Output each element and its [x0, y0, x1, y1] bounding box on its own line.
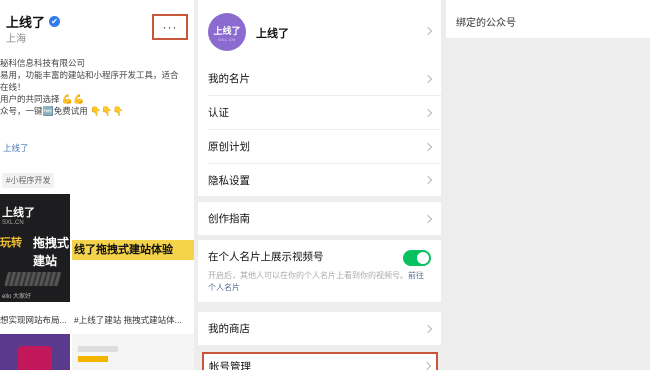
settings-item-label: 我的商店 [208, 323, 250, 335]
thumbnail-shape [78, 356, 108, 362]
chevron-right-icon [423, 214, 433, 223]
bio-line: 在线！ [0, 82, 26, 92]
chevron-right-icon [423, 108, 433, 117]
thumbnail-banner: 线了拖拽式建站体验 [72, 240, 194, 260]
settings-item-label: 创作指南 [208, 213, 250, 225]
thumbnail-text: 玩转 [0, 237, 22, 249]
bio-line-text: 用户的共同选择 [0, 94, 60, 104]
settings-item-my-card[interactable]: 我的名片 [198, 62, 441, 95]
video-caption[interactable]: 想实现网站布局... [0, 314, 70, 326]
avatar-subtext: SXL.CN [218, 37, 236, 42]
thumbnail-text: 建站 [33, 254, 58, 268]
settings-item-my-shop[interactable]: 我的商店 [198, 312, 441, 345]
settings-item-verification[interactable]: 认证 [198, 96, 441, 129]
flexed-biceps-icon: 💪💪 [61, 94, 85, 104]
settings-item-label: 我的名片 [208, 73, 250, 85]
video-thumbnail[interactable] [0, 334, 70, 370]
profile-bio: 秘科信息科技有限公司 易用，功能丰富的建站和小程序开发工具，适合 在线！ 用户的… [0, 57, 194, 117]
bio-line: 易用，功能丰富的建站和小程序开发工具，适合 [0, 70, 179, 80]
more-options-button[interactable]: ··· [152, 14, 188, 40]
page-title: 绑定的公众号 [456, 18, 516, 29]
thumbnail-text: 拖拽式 [33, 236, 70, 250]
account-chevron-row [198, 25, 441, 37]
settings-item-label: 隐私设置 [208, 174, 250, 187]
profile-name: 上线了 [6, 15, 46, 30]
video-thumbnail[interactable]: 线了拖拽式建站体验 [72, 194, 194, 302]
topic-tag[interactable]: #小程序开发 [2, 173, 55, 188]
verified-icon: ✔ [49, 16, 61, 27]
settings-item-original-plan[interactable]: 原创计划 [198, 130, 441, 163]
thumbnail-title: 上线了 [2, 207, 35, 219]
channel-hint-text: 开启后，其他人可以在你的个人名片上看到你的视频号。 [208, 271, 408, 280]
settings-panel: 上线了 SXL.CN 上线了 我的名片 认证 原创计划 隐私设置 创作指南 在个… [198, 0, 441, 370]
thumbnail-text: ello 大家好 [2, 294, 32, 300]
settings-group: 我的商店 [198, 312, 441, 345]
chevron-right-icon [423, 74, 433, 83]
keyboard-image [4, 272, 62, 286]
free-badge-icon: 🆓 [42, 106, 54, 116]
channel-hint: 开启后，其他人可以在你的个人名片上看到你的视频号。前往个人名片 [208, 270, 430, 294]
settings-item-label: 认证 [208, 107, 229, 119]
settings-item-privacy[interactable]: 隐私设置 [198, 164, 441, 196]
chevron-right-icon [422, 361, 432, 370]
settings-group: 我的名片 认证 原创计划 隐私设置 [198, 62, 441, 196]
video-thumbnail[interactable]: 上线了 SXL.CN 玩转 拖拽式 建站 ello 大家好 [0, 194, 70, 302]
bio-line-text: 众号，一键 [0, 106, 43, 116]
toggle-knob [417, 252, 429, 264]
bound-account-header: 绑定的公众号 [446, 0, 650, 38]
bio-line: 用户的共同选择 💪💪 [0, 93, 194, 105]
phone-image [18, 346, 52, 370]
profile-location: 上海 [6, 34, 26, 45]
thumbnail-subtitle: SXL.CN [2, 220, 24, 226]
account-card[interactable]: 上线了 SXL.CN 上线了 [198, 0, 441, 62]
chevron-right-icon [423, 324, 433, 333]
video-thumbnail[interactable] [72, 334, 194, 370]
profile-link[interactable]: 上线了 [3, 142, 29, 154]
video-caption[interactable]: #上线了建站 拖拽式建站体... [74, 314, 192, 326]
bio-line: 众号，一键🆓免费试用 👇👇👇 [0, 105, 194, 117]
settings-item-label: 帐号管理 [209, 360, 251, 370]
settings-group: 创作指南 [198, 202, 441, 235]
chevron-right-icon [423, 142, 433, 151]
channel-profile-panel: 上线了 ✔ 上海 ··· 秘科信息科技有限公司 易用，功能丰富的建站和小程序开发… [0, 0, 194, 370]
settings-item-label: 原创计划 [208, 141, 250, 153]
thumbnail-shape [78, 346, 118, 352]
bio-badge-text: 免费试用 [53, 106, 88, 116]
bound-account-panel: 绑定的公众号 [446, 0, 650, 370]
screenshot-root: 上线了 ✔ 上海 ··· 秘科信息科技有限公司 易用，功能丰富的建站和小程序开发… [0, 0, 650, 370]
profile-header: 上线了 ✔ [6, 12, 61, 31]
settings-item-creator-guide[interactable]: 创作指南 [198, 202, 441, 235]
account-management-row: 帐号管理 [204, 358, 436, 370]
chevron-right-icon [423, 175, 433, 185]
bio-line: 秘科信息科技有限公司 [0, 58, 86, 68]
chevron-right-icon [423, 26, 433, 36]
pointing-down-icon: 👇👇👇 [90, 106, 124, 116]
account-management-item[interactable]: 帐号管理 [202, 352, 438, 370]
channel-toggle-label: 在个人名片上展示视频号 [208, 250, 324, 263]
channel-display-toggle[interactable] [403, 250, 431, 266]
